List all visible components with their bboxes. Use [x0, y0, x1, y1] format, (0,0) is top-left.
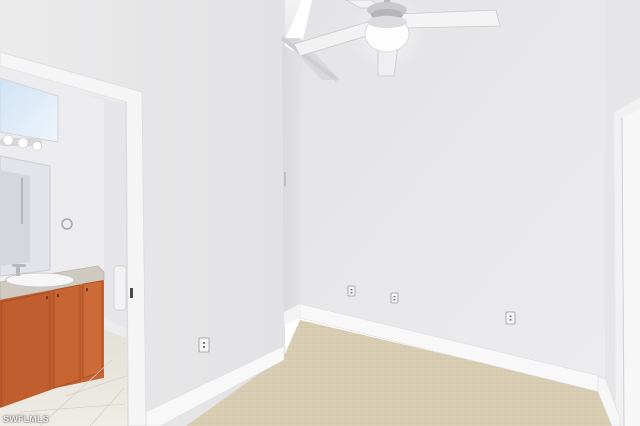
vanity-bulb — [2, 134, 14, 146]
cabinet-knob — [46, 296, 48, 299]
outlet-icon — [505, 311, 516, 325]
room-illustration — [0, 0, 640, 426]
cabinet-door — [53, 284, 81, 389]
vanity-bulb — [17, 137, 29, 149]
nook-hook — [284, 172, 286, 186]
outlet-icon — [198, 337, 210, 353]
vanity-bulb — [32, 141, 42, 151]
room-photo: SWFLMLS — [0, 0, 640, 426]
outlet-icon — [390, 292, 399, 304]
outlet-icon — [347, 285, 356, 297]
door-hinge — [130, 288, 133, 298]
cabinet-knob — [86, 288, 88, 291]
cabinet-knob — [57, 294, 59, 297]
cabinet-door — [1, 291, 51, 409]
closet-door — [622, 110, 640, 426]
toilet — [113, 265, 127, 311]
cabinet-door — [82, 280, 103, 379]
watermark: SWFLMLS — [3, 414, 49, 424]
